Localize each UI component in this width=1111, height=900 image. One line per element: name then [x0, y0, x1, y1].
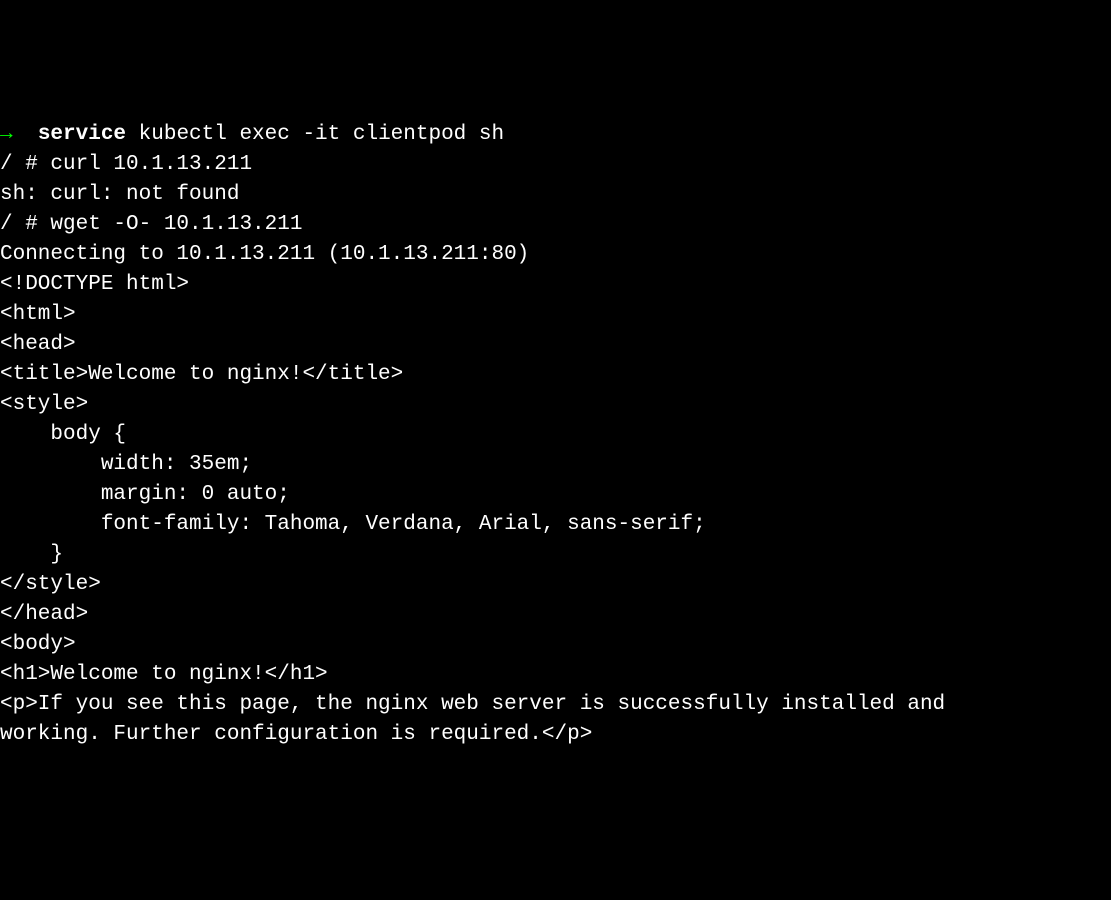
- terminal-line: sh: curl: not found: [0, 180, 1111, 210]
- terminal-line: <h1>Welcome to nginx!</h1>: [0, 660, 1111, 690]
- terminal-line: <title>Welcome to nginx!</title>: [0, 360, 1111, 390]
- terminal-line: margin: 0 auto;: [0, 480, 1111, 510]
- terminal-line: / # wget -O- 10.1.13.211: [0, 210, 1111, 240]
- terminal-line: </head>: [0, 600, 1111, 630]
- terminal-line: body {: [0, 420, 1111, 450]
- terminal-line: <body>: [0, 630, 1111, 660]
- terminal-line: <!DOCTYPE html>: [0, 270, 1111, 300]
- prompt-context: service: [13, 123, 126, 146]
- terminal-line: Connecting to 10.1.13.211 (10.1.13.211:8…: [0, 240, 1111, 270]
- terminal-line: }: [0, 540, 1111, 570]
- command-text: kubectl exec -it clientpod sh: [126, 123, 504, 146]
- terminal-line: width: 35em;: [0, 450, 1111, 480]
- terminal-line: font-family: Tahoma, Verdana, Arial, san…: [0, 510, 1111, 540]
- terminal-line: <style>: [0, 390, 1111, 420]
- terminal-output[interactable]: → service kubectl exec -it clientpod sh/…: [0, 120, 1111, 750]
- terminal-line: </style>: [0, 570, 1111, 600]
- terminal-line: <head>: [0, 330, 1111, 360]
- terminal-line: → service kubectl exec -it clientpod sh: [0, 120, 1111, 150]
- terminal-line: / # curl 10.1.13.211: [0, 150, 1111, 180]
- terminal-line: working. Further configuration is requir…: [0, 720, 1111, 750]
- prompt-arrow-icon: →: [0, 123, 13, 146]
- terminal-line: <p>If you see this page, the nginx web s…: [0, 690, 1111, 720]
- terminal-line: <html>: [0, 300, 1111, 330]
